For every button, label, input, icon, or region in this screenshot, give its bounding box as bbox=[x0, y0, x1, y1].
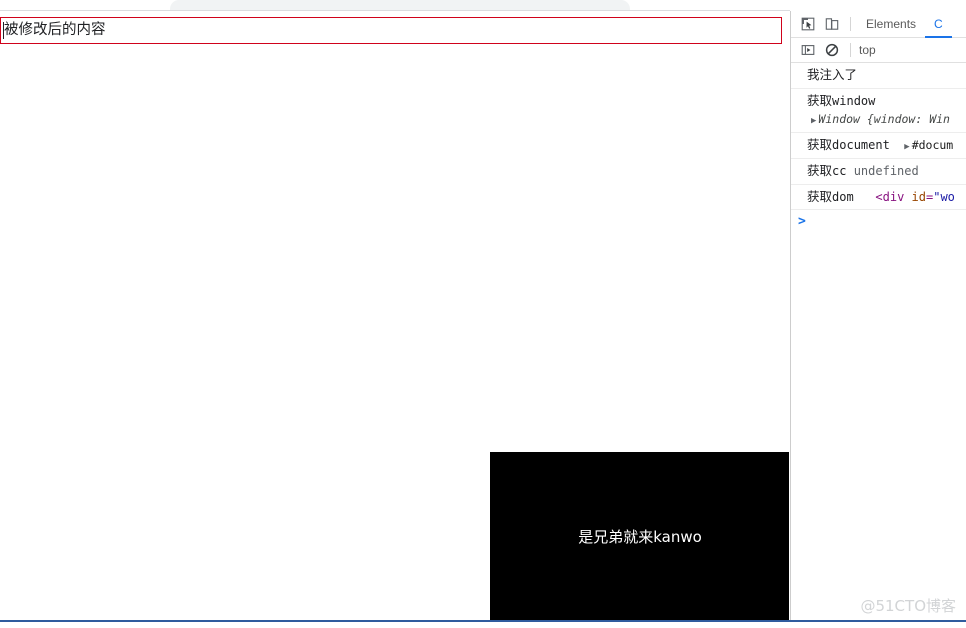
expand-triangle-icon[interactable]: ▶ bbox=[904, 142, 909, 152]
console-message-label: 获取 bbox=[807, 137, 833, 153]
console-message-label: 获取 bbox=[807, 163, 833, 179]
clear-console-icon[interactable] bbox=[820, 39, 844, 61]
devtools-toolbar: Elements C bbox=[791, 11, 966, 38]
screenshot-root: 被修改后的内容 是兄弟就来kanwo Elements C top 我注入了 获… bbox=[0, 0, 966, 628]
console-message-text: 我注入了 bbox=[807, 67, 858, 82]
browser-tab-strip bbox=[0, 0, 966, 11]
console-message-value: window bbox=[832, 93, 876, 108]
console-message: 获取document ▶ #docum bbox=[791, 133, 966, 160]
bottom-accent-rule bbox=[0, 620, 966, 622]
expand-triangle-icon[interactable]: ▶ bbox=[811, 116, 816, 126]
console-message: 获取window bbox=[791, 89, 966, 111]
console-message-label: 获取 bbox=[807, 188, 833, 204]
console-toolbar-divider bbox=[850, 43, 851, 57]
console-message-list: 我注入了 获取window ▶ Window {window: Win 获取doc… bbox=[791, 63, 966, 211]
video-canvas-block[interactable]: 是兄弟就来kanwo bbox=[490, 452, 789, 621]
video-caption-text: 是兄弟就来kanwo bbox=[578, 528, 702, 546]
console-message-value: cc bbox=[832, 164, 847, 179]
editable-content-text: 被修改后的内容 bbox=[4, 22, 106, 39]
inspect-element-icon[interactable] bbox=[796, 13, 820, 35]
console-node-reference[interactable]: #docum bbox=[912, 138, 954, 152]
console-input-row[interactable]: > bbox=[791, 210, 966, 232]
devtools-tabs: Elements C bbox=[857, 11, 952, 38]
html-tag-name: div bbox=[882, 189, 905, 204]
bottom-filler bbox=[0, 622, 966, 628]
console-sidebar-icon[interactable] bbox=[796, 39, 820, 61]
console-message-value: dom bbox=[832, 189, 854, 204]
console-object-preview: Window {window: Win bbox=[818, 112, 950, 127]
devtools-panel: Elements C top 我注入了 获取window ▶ Window {w… bbox=[790, 11, 966, 621]
html-attribute-name: id bbox=[911, 189, 926, 204]
html-attribute-value: "wo bbox=[933, 189, 955, 204]
tab-console[interactable]: C bbox=[925, 11, 952, 38]
console-undefined-value: undefined bbox=[853, 164, 919, 179]
console-message: 我注入了 bbox=[791, 63, 966, 89]
console-message-label: 获取 bbox=[807, 92, 833, 108]
site-watermark: @51CTO博客 bbox=[860, 597, 956, 615]
editable-content-box[interactable]: 被修改后的内容 bbox=[0, 17, 782, 44]
console-object-preview-row[interactable]: ▶ Window {window: Win bbox=[791, 110, 966, 134]
html-open-bracket: < bbox=[875, 189, 883, 204]
toolbar-divider bbox=[850, 17, 851, 31]
console-toolbar: top bbox=[791, 38, 966, 63]
console-message-value: document bbox=[832, 138, 890, 153]
console-context-selector[interactable]: top bbox=[859, 43, 876, 57]
console-message: 获取dom <div id="wo bbox=[791, 185, 966, 211]
tab-elements[interactable]: Elements bbox=[857, 11, 925, 38]
console-message: 获取cc undefined bbox=[791, 159, 966, 185]
page-viewport: 被修改后的内容 是兄弟就来kanwo bbox=[0, 11, 789, 621]
device-toolbar-icon[interactable] bbox=[820, 13, 844, 35]
console-prompt-icon: > bbox=[798, 214, 806, 230]
